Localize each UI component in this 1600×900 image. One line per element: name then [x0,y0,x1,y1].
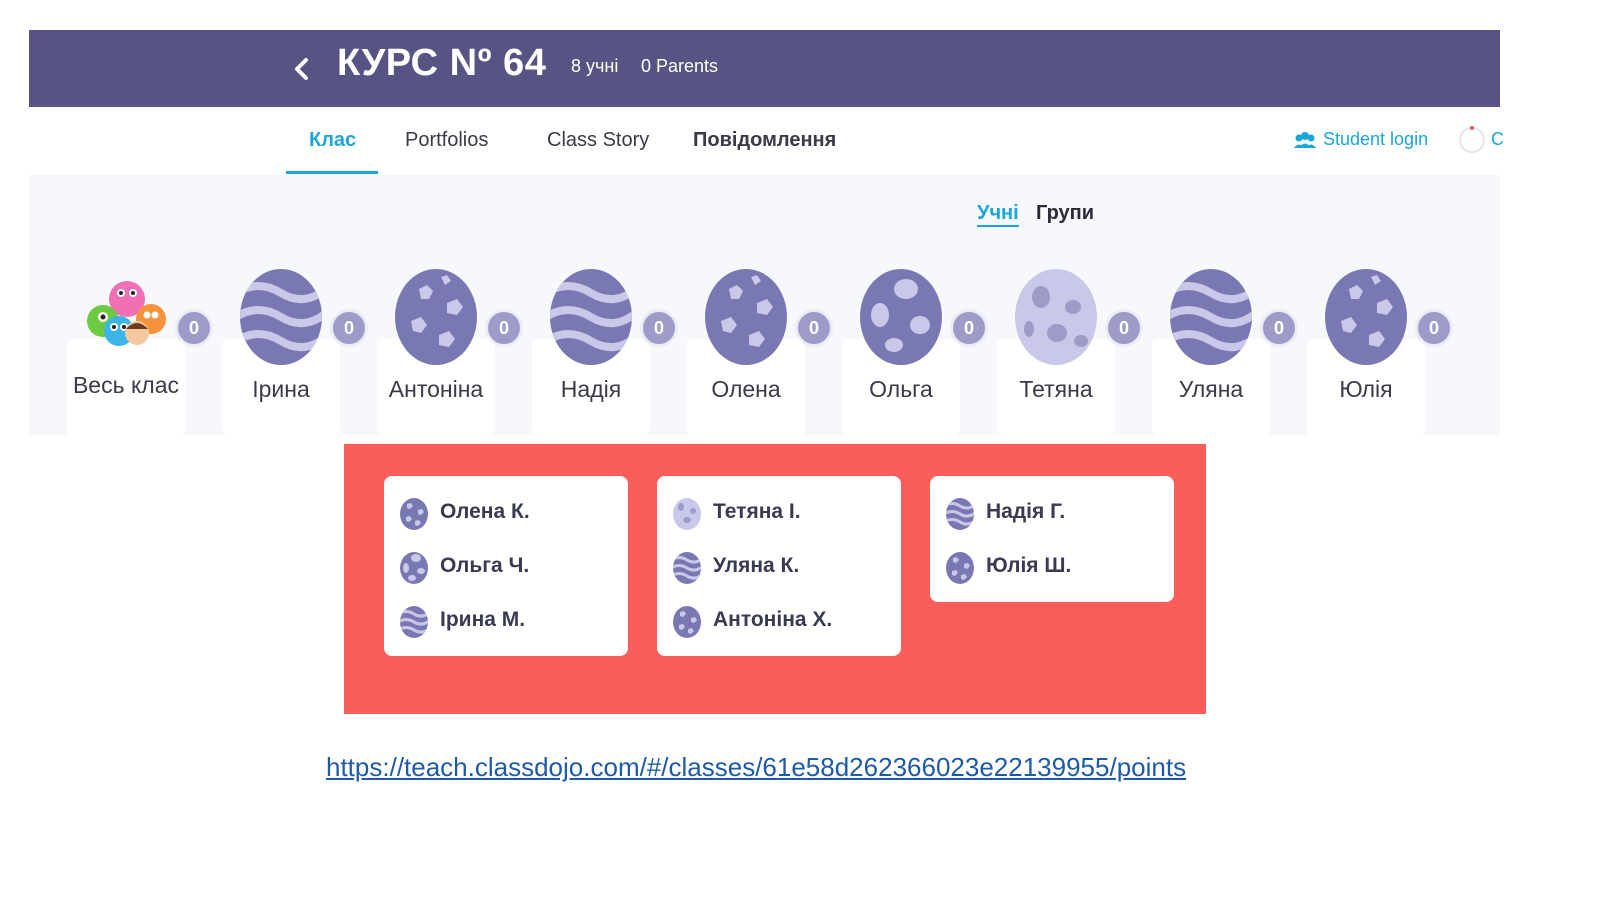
points-badge: 0 [175,309,213,347]
egg-waves-icon [400,606,428,638]
tab-class[interactable]: Клас [309,129,356,152]
monsters-icon [87,281,166,346]
egg-waves-icon [946,498,974,530]
member-name: Ірина М. [440,608,526,631]
student-name: Ольга [869,376,933,402]
active-tab-indicator [286,171,378,174]
student-card[interactable]: Олена 0 [687,269,833,435]
student-card[interactable]: Ірина 0 [222,269,368,435]
egg-hex-icon [400,498,428,530]
class-url-link[interactable]: https://teach.classdojo.com/#/classes/61… [326,752,1186,783]
member-name: Надія Г. [986,500,1066,523]
points-badge: 0 [1415,309,1453,347]
students-area: Учні Групи Весь клас 0 Ірина 0 Антоніна … [29,175,1500,435]
egg-waves-icon [1170,269,1252,365]
loading-spinner-icon [1459,126,1485,153]
egg-hex-icon [946,552,974,584]
student-name: Юлія [1339,376,1393,402]
points-badge: 0 [795,309,833,347]
member-name: Олена К. [440,500,530,523]
group-member: Олена К. [398,492,618,532]
toggle-students[interactable]: Учні [977,202,1019,227]
tab-class-story[interactable]: Class Story [547,129,649,152]
student-card[interactable]: Юлія 0 [1307,269,1453,435]
group-member: Надія Г. [944,492,1164,532]
member-name: Тетяна І. [713,500,801,523]
student-name: Тетяна [1019,376,1093,402]
group-card[interactable]: Тетяна І. Уляна К. Антоніна Х. [657,476,901,656]
students-group-icon [1294,131,1316,148]
student-card[interactable]: Уляна 0 [1152,269,1298,435]
points-badge: 0 [1260,309,1298,347]
groups-panel: Олена К. Ольга Ч. Ірина М. Тетяна І. Уля… [344,444,1206,714]
egg-hex-icon [705,269,787,365]
student-name: Уляна [1178,376,1244,402]
nav-overflow-text[interactable]: С [1491,129,1504,150]
student-login-button[interactable]: Student login [1293,129,1428,150]
student-card[interactable]: Ольга 0 [842,269,988,435]
member-name: Уляна К. [713,554,800,577]
points-badge: 0 [330,309,368,347]
egg-spots-icon [860,269,942,365]
student-login-label: Student login [1323,129,1429,149]
egg-hex-icon [395,269,477,365]
points-badge: 0 [485,309,523,347]
egg-light-spots-icon [673,498,701,530]
student-card[interactable]: Тетяна 0 [997,269,1143,435]
points-badge: 0 [1105,309,1143,347]
student-card[interactable]: Антоніна 0 [377,269,523,435]
egg-waves-icon [240,269,322,365]
class-title: КУРС Nº 64 [337,42,547,84]
student-name: Надія [560,376,622,402]
parents-count[interactable]: 0 Parents [641,56,718,77]
class-header: КУРС Nº 64 8 учні 0 Parents [29,30,1500,107]
nav-bar: Клас Portfolios Class Story Повідомлення… [29,107,1504,175]
egg-waves-icon [673,552,701,584]
points-badge: 0 [950,309,988,347]
egg-spots-icon [400,552,428,584]
chevron-left-icon[interactable] [287,54,317,84]
egg-hex-icon [673,606,701,638]
student-card-whole-class[interactable]: Весь клас 0 [67,281,213,435]
group-member: Тетяна І. [671,492,891,532]
toggle-groups[interactable]: Групи [1036,202,1094,225]
student-card[interactable]: Надія 0 [532,269,678,435]
points-badge: 0 [640,309,678,347]
students-count[interactable]: 8 учні [571,56,618,77]
group-card[interactable]: Олена К. Ольга Ч. Ірина М. [384,476,628,656]
student-name: Весь клас [72,372,180,398]
member-name: Ольга Ч. [440,554,530,577]
group-member: Уляна К. [671,546,891,586]
group-member: Ірина М. [398,600,618,640]
egg-waves-icon [550,269,632,365]
student-name: Антоніна [388,376,484,402]
tab-portfolios[interactable]: Portfolios [405,129,488,152]
member-name: Юлія Ш. [986,554,1072,577]
student-name: Олена [711,376,781,402]
group-member: Ольга Ч. [398,546,618,586]
egg-hex-icon [1325,269,1407,365]
group-card[interactable]: Надія Г. Юлія Ш. [930,476,1174,602]
tab-messages[interactable]: Повідомлення [693,129,836,152]
student-name: Ірина [252,376,310,402]
group-member: Антоніна Х. [671,600,891,640]
member-name: Антоніна Х. [713,608,833,631]
group-member: Юлія Ш. [944,546,1164,586]
egg-light-spots-icon [1015,269,1097,365]
